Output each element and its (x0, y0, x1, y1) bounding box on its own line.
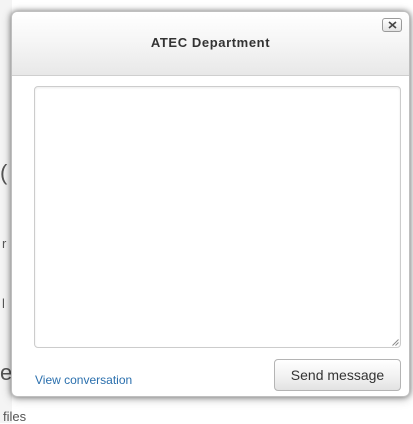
dialog-title: ATEC Department (150, 35, 271, 50)
background-text-fragment: ( (0, 160, 8, 185)
message-textarea[interactable] (34, 86, 401, 348)
resize-grip-icon[interactable] (392, 339, 399, 346)
close-button[interactable] (382, 18, 402, 32)
dialog-header: ATEC Department (12, 12, 409, 76)
background-text-fragment: r (2, 236, 7, 251)
background-text-fragment: files (3, 409, 27, 424)
message-dialog: ATEC Department View conversation Send m… (11, 11, 410, 397)
close-x-icon (388, 21, 397, 29)
send-message-button[interactable]: Send message (274, 359, 401, 391)
background-text-fragment: l (2, 296, 5, 311)
view-conversation-link[interactable]: View conversation (35, 373, 132, 387)
